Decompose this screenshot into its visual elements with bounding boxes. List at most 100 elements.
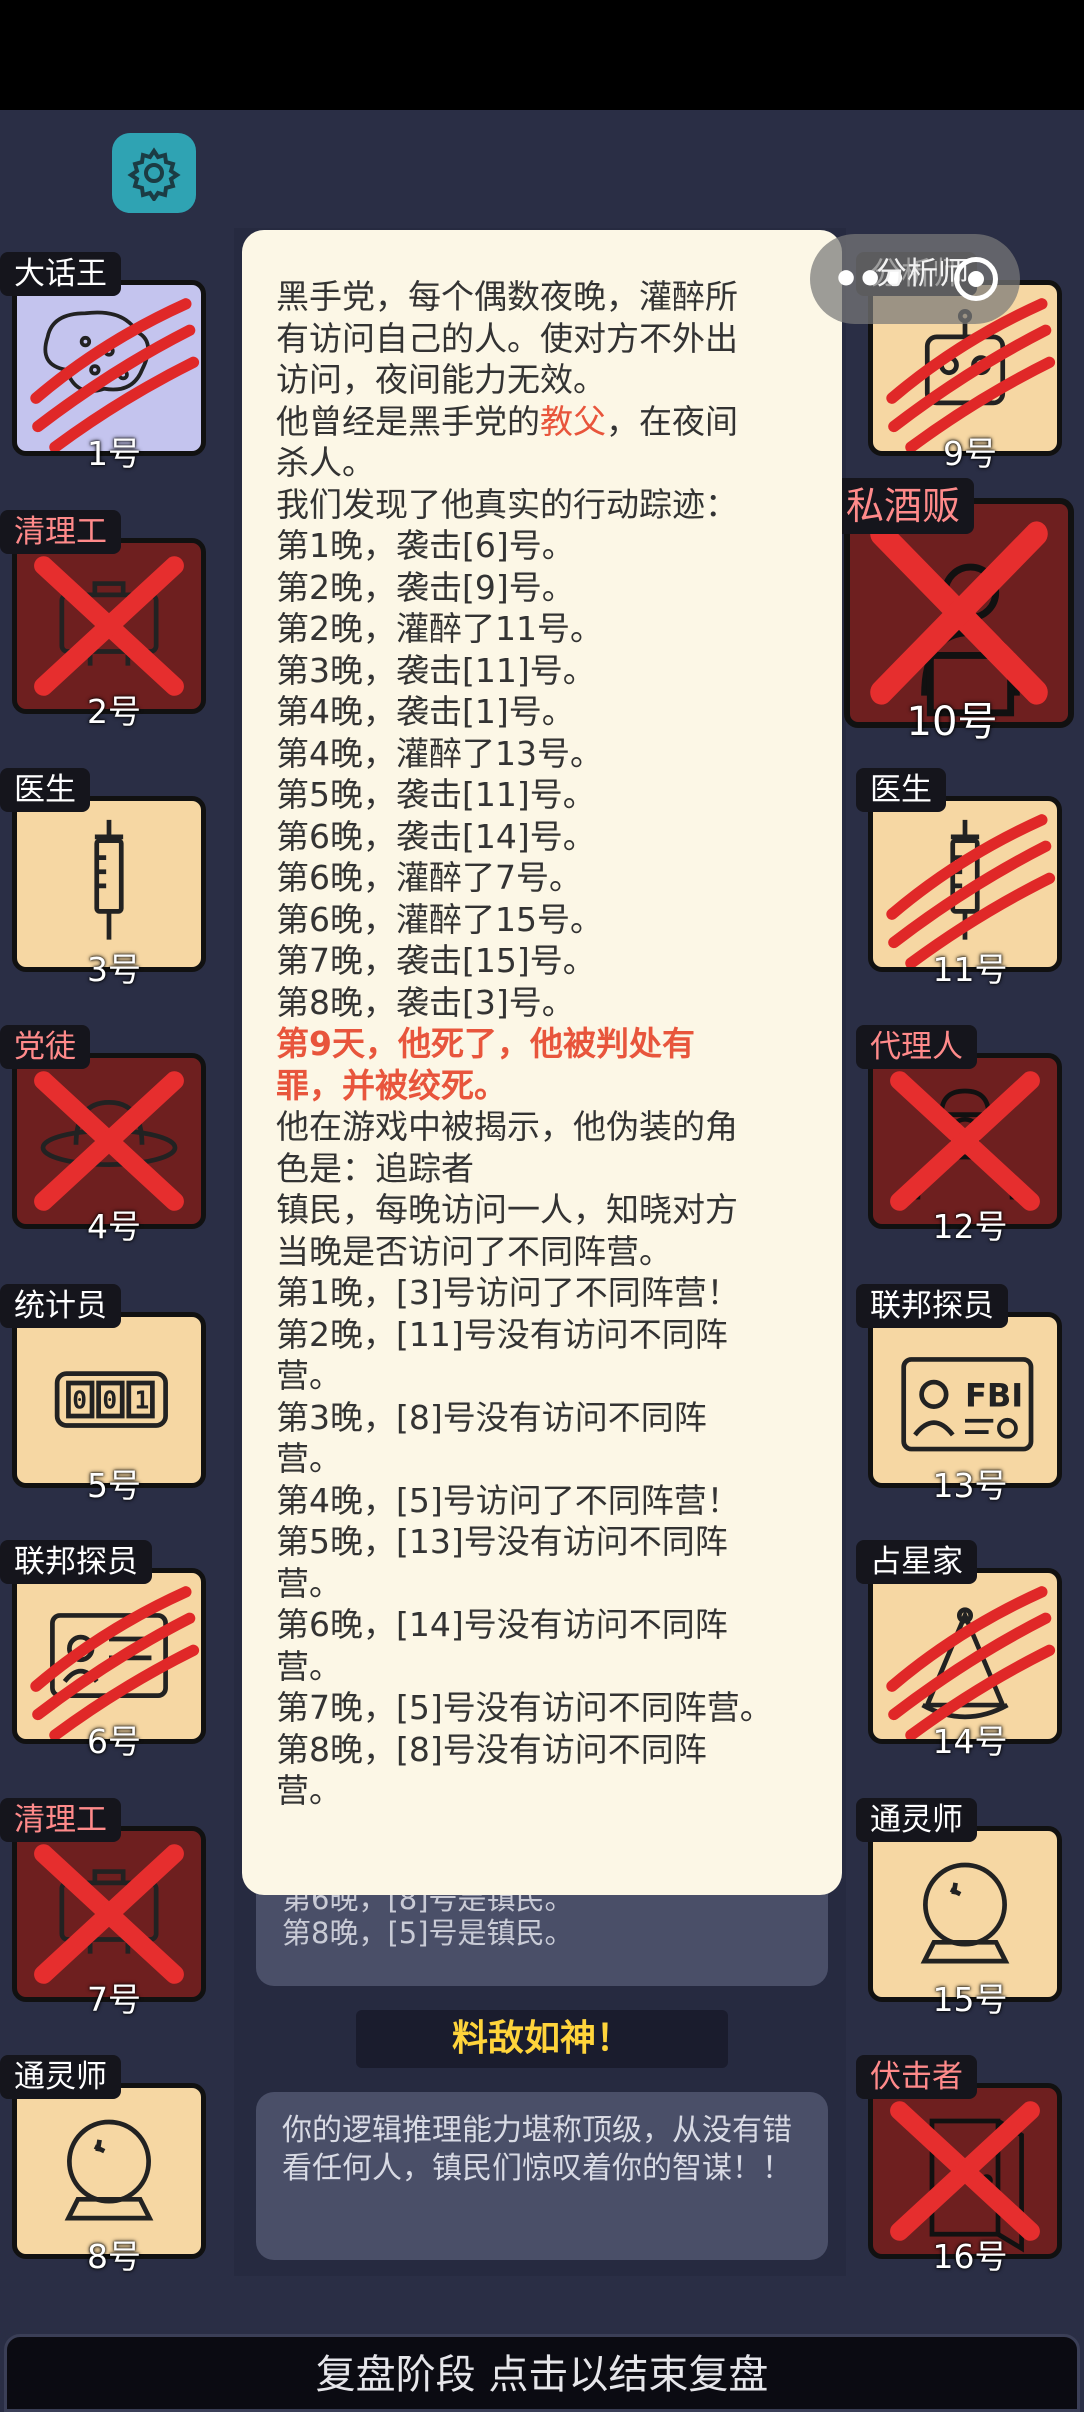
role-label: 伏击者	[856, 2055, 977, 2099]
role-label: 私酒贩	[832, 478, 975, 534]
eliminated-x-mark	[34, 1844, 184, 1984]
popup-line: 第3晚，[8]号没有访问不同阵	[276, 1397, 707, 1437]
player-card-left-6[interactable]: 清理工 7号	[0, 1798, 206, 2019]
player-number: 2号	[87, 692, 141, 731]
role-label: 代理人	[856, 1025, 977, 1069]
popup-line: 第2晚，袭击[9]号。	[276, 567, 575, 607]
role-label: 清理工	[0, 1798, 121, 1842]
player-number: 11号	[932, 950, 1008, 989]
popup-line: 第4晚，灌醉了13号。	[276, 733, 603, 773]
role-portrait	[868, 2083, 1062, 2259]
gear-icon	[127, 147, 181, 201]
player-card-right-6[interactable]: 通灵师 15号	[856, 1798, 1062, 2019]
role-portrait: FBI	[868, 1312, 1062, 1488]
verdict-comment: 你的逻辑推理能力堪称顶级，从没有错看任何人，镇民们惊叹着你的智谋！！	[256, 2092, 828, 2260]
player-card-left-5[interactable]: 联邦探员 6号	[0, 1540, 206, 1761]
popup-line: 第7晚，[5]号没有访问不同阵营。	[276, 1688, 773, 1727]
popup-line: 有访问自己的人。使对方不外出	[276, 318, 738, 358]
role-label: 医生	[856, 768, 946, 812]
player-card-left-2[interactable]: 医生 3号	[0, 768, 206, 989]
eliminated-x-mark	[890, 2101, 1040, 2241]
player-number: 13号	[932, 1466, 1008, 1505]
role-portrait	[12, 1826, 206, 2002]
popup-line: 第5晚，袭击[11]号。	[276, 775, 596, 814]
role-label: 统计员	[0, 1284, 121, 1328]
claw-mark	[886, 1586, 1056, 1739]
player-number: 3号	[87, 950, 141, 989]
popup-text: 黑手党，每个偶数夜晚，灌醉所 有访问自己的人。使对方不外出 访问，夜间能力无效。 他曾…	[276, 276, 812, 1812]
highlighted-role: 教父	[540, 401, 606, 441]
role-detail-popup[interactable]: 黑手党，每个偶数夜晚，灌醉所 有访问自己的人。使对方不外出 访问，夜间能力无效。 他曾…	[242, 230, 842, 1895]
player-card-left-1[interactable]: 清理工 2号	[0, 510, 206, 731]
popup-line: 黑手党，每个偶数夜晚，灌醉所	[276, 277, 738, 316]
popup-line: 第5晚，[13]号没有访问不同阵	[276, 1522, 728, 1561]
player-card-right-5[interactable]: 占星家 14号	[856, 1540, 1062, 1761]
player-card-right-7[interactable]: 伏击者 16号	[856, 2055, 1062, 2276]
svg-text:1: 1	[134, 1385, 149, 1414]
player-number: 9号	[943, 434, 997, 473]
end-review-button[interactable]: 复盘阶段 点击以结束复盘	[4, 2334, 1080, 2412]
popup-line: 第1晚，袭击[6]号。	[276, 526, 575, 565]
popup-line: 第4晚，袭击[1]号。	[276, 692, 575, 731]
role-portrait	[868, 1826, 1062, 2002]
player-number: 15号	[932, 1980, 1008, 2019]
player-number: 10号	[906, 699, 998, 745]
role-label: 通灵师	[0, 2055, 121, 2099]
verdict-title: 料敌如神！	[356, 2010, 728, 2068]
target-icon[interactable]	[954, 257, 998, 301]
popup-line: 色是：追踪者	[276, 1148, 474, 1188]
popup-line: 营。	[276, 1356, 342, 1395]
svg-text:FBI: FBI	[965, 1377, 1023, 1415]
popup-line: 罪，并被绞死。	[276, 1065, 507, 1105]
player-card-left-4[interactable]: 0 0 1 统计员 5号	[0, 1284, 206, 1505]
claw-mark	[30, 298, 200, 451]
eliminated-x-mark	[34, 1071, 184, 1211]
popup-line: 第8晚，袭击[3]号。	[276, 982, 575, 1022]
player-number: 12号	[932, 1207, 1008, 1246]
popup-line: 杀人。	[276, 443, 375, 482]
role-label: 清理工	[0, 510, 121, 554]
role-portrait	[12, 796, 206, 972]
player-card-left-7[interactable]: 通灵师 8号	[0, 2055, 206, 2276]
crystal-ball-icon	[64, 2119, 154, 2221]
popup-line: 第6晚，灌醉了7号。	[276, 858, 582, 897]
popup-line: 第8晚，[8]号没有访问不同阵	[276, 1729, 707, 1769]
player-card-right-3[interactable]: 代理人 12号	[856, 1025, 1062, 1246]
log-line: 第8晚，[5]号是镇民。	[282, 1916, 574, 1950]
player-card-right-2[interactable]: 医生 11号	[856, 768, 1062, 989]
svg-text:0: 0	[72, 1385, 87, 1414]
status-bar	[0, 0, 1084, 110]
role-label: 医生	[0, 768, 90, 812]
player-card-left-0[interactable]: 大话王 1号	[0, 252, 206, 473]
role-portrait	[12, 280, 206, 456]
role-label: 联邦探员	[0, 1540, 152, 1584]
role-portrait	[868, 1053, 1062, 1229]
role-label: 通灵师	[856, 1798, 977, 1842]
popup-line: 第1晚，[3]号访问了不同阵营！	[276, 1273, 740, 1312]
popup-line: 他在游戏中被揭示，他伪装的角	[276, 1107, 738, 1146]
claw-mark	[30, 1586, 200, 1739]
player-card-right-1[interactable]: 私酒贩 10号	[832, 478, 1074, 742]
popup-line: 第9天，他死了，他被判处有	[276, 1024, 695, 1063]
player-number: 16号	[932, 2237, 1008, 2276]
crystal-ball-icon	[920, 1862, 1010, 1964]
popup-line: 访问，夜间能力无效。	[276, 360, 606, 399]
player-number: 7号	[87, 1980, 141, 2019]
svg-text:0: 0	[102, 1385, 117, 1414]
claw-mark	[886, 814, 1056, 967]
settings-button[interactable]	[112, 133, 196, 213]
popup-line: 第7晚，袭击[15]号。	[276, 941, 596, 980]
popup-line: 第3晚，袭击[11]号。	[276, 650, 596, 690]
popup-line: 营。	[276, 1646, 342, 1686]
player-card-right-4[interactable]: FBI 联邦探员 13号	[856, 1284, 1062, 1505]
popup-line: 第2晚，灌醉了11号。	[276, 609, 603, 648]
eliminated-x-mark	[870, 521, 1048, 705]
player-card-left-3[interactable]: 党徒 4号	[0, 1025, 206, 1246]
player-number: 1号	[87, 434, 141, 473]
role-portrait	[12, 538, 206, 714]
role-label: 党徒	[0, 1025, 90, 1069]
mini-program-capsule[interactable]: ••• 分析师	[810, 234, 1020, 324]
role-portrait	[868, 796, 1062, 972]
popup-line: 当晚是否访问了不同阵营。	[276, 1231, 672, 1271]
player-number: 6号	[87, 1722, 141, 1761]
